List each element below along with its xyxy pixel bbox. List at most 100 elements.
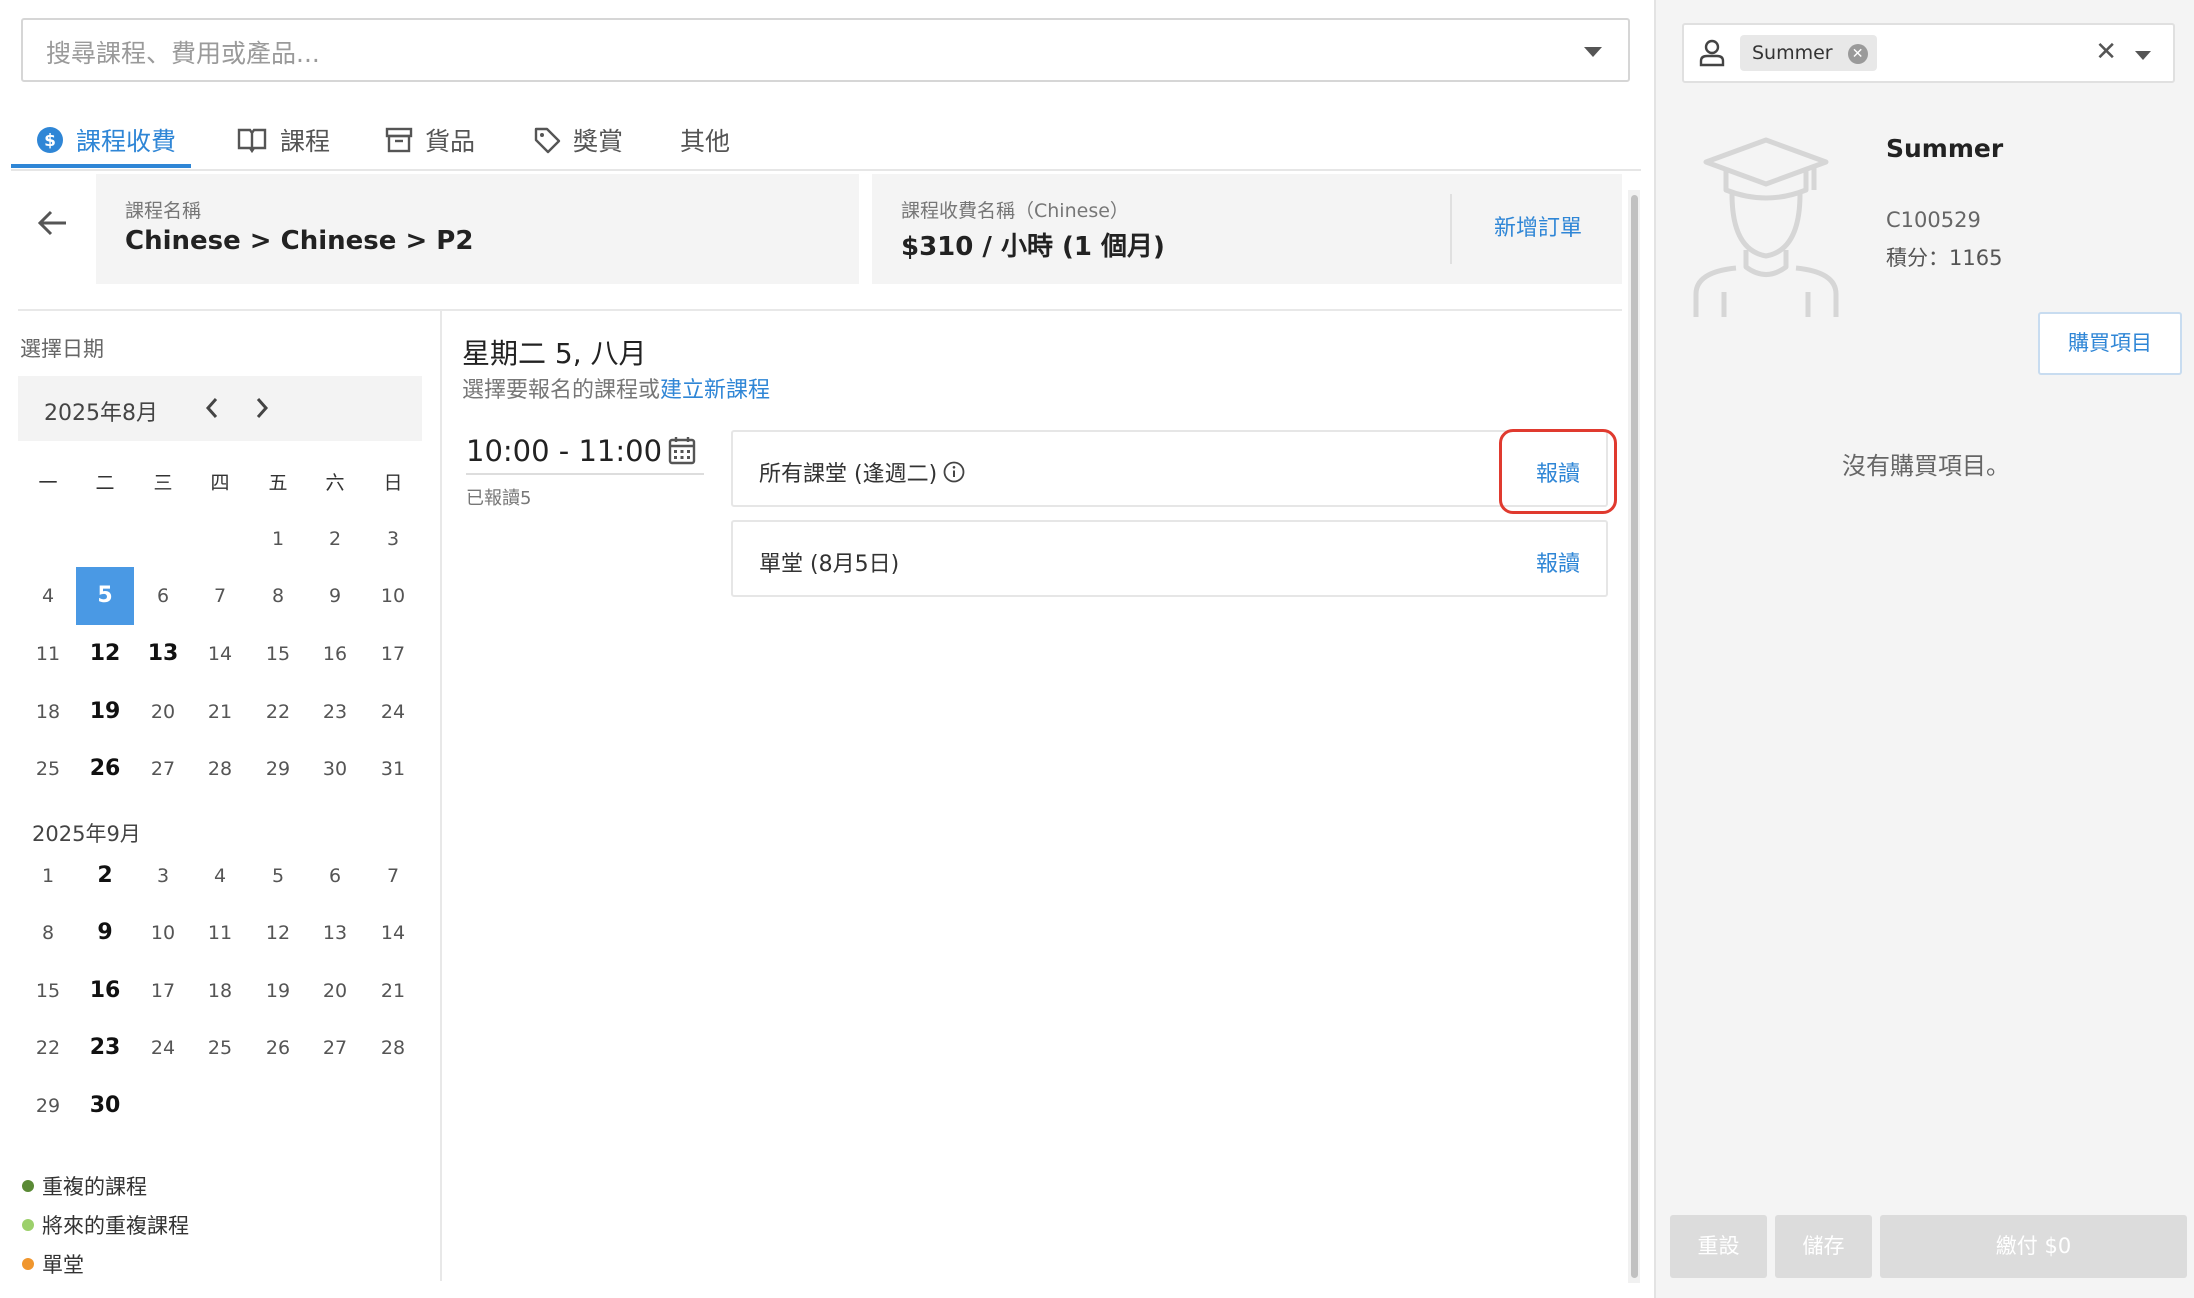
calendar-day[interactable]: 30 (76, 1077, 134, 1135)
calendar-day[interactable]: 17 (134, 962, 192, 1020)
calendar-day[interactable]: 15 (249, 625, 307, 683)
schedule-subtitle: 選擇要報名的課程或建立新課程 (462, 372, 770, 404)
calendar-day[interactable]: 15 (19, 962, 77, 1020)
calendar-day[interactable]: 21 (364, 962, 422, 1020)
chevron-down-icon[interactable] (1584, 47, 1602, 57)
calendar-day[interactable]: 14 (364, 904, 422, 962)
legend-label: 重複的課程 (42, 1175, 147, 1199)
chevron-left-icon[interactable] (204, 396, 220, 420)
calendar-day[interactable]: 1 (19, 847, 77, 905)
calendar-day[interactable]: 31 (364, 740, 422, 798)
chevron-down-icon[interactable] (2135, 51, 2151, 60)
calendar-day[interactable]: 25 (191, 1019, 249, 1077)
calendar-day[interactable]: 18 (191, 962, 249, 1020)
calendar-day[interactable]: 24 (364, 683, 422, 741)
calendar-day[interactable]: 6 (306, 847, 364, 905)
calendar-day[interactable]: 29 (249, 740, 307, 798)
calendar-day[interactable]: 8 (249, 567, 307, 625)
calendar-day[interactable]: 25 (19, 740, 77, 798)
enroll-option-all-classes: 所有課堂 (逢週二) 報讀 (731, 430, 1608, 507)
calendar-icon[interactable] (668, 435, 696, 465)
calendar-day[interactable]: 20 (134, 683, 192, 741)
calendar-day[interactable]: 28 (364, 1019, 422, 1077)
calendar-day[interactable]: 7 (364, 847, 422, 905)
calendar-day[interactable]: 23 (76, 1019, 134, 1077)
calendar-day[interactable]: 27 (306, 1019, 364, 1077)
calendar-day[interactable]: 4 (19, 567, 77, 625)
fee-name-label: 課程收費名稱（Chinese） (901, 200, 1129, 222)
calendar-day[interactable]: 9 (306, 567, 364, 625)
calendar-day[interactable]: 20 (306, 962, 364, 1020)
tab-course-fee[interactable]: $ 課程收費 (36, 112, 176, 168)
weekday-label: 六 (325, 472, 345, 494)
calendar-title: 選擇日期 (20, 337, 104, 361)
save-button[interactable]: 儲存 (1775, 1215, 1872, 1278)
calendar-day[interactable]: 17 (364, 625, 422, 683)
calendar-day[interactable]: 30 (306, 740, 364, 798)
calendar-day[interactable]: 16 (306, 625, 364, 683)
new-order-button[interactable]: 新增訂單 (1494, 210, 1582, 242)
info-icon[interactable] (943, 461, 965, 483)
customer-select[interactable]: Summer ✕ ✕ (1682, 23, 2175, 83)
calendar-day[interactable]: 11 (19, 625, 77, 683)
calendar-day[interactable]: 19 (249, 962, 307, 1020)
dollar-icon: $ (37, 127, 63, 153)
calendar-day[interactable]: 23 (306, 683, 364, 741)
calendar-day[interactable]: 27 (134, 740, 192, 798)
calendar-day[interactable]: 2 (306, 510, 364, 568)
calendar-day[interactable]: 9 (76, 904, 134, 962)
remove-chip-icon[interactable]: ✕ (1847, 44, 1868, 64)
calendar-day[interactable]: 26 (249, 1019, 307, 1077)
calendar-day[interactable]: 13 (134, 625, 192, 683)
enroll-button[interactable]: 報讀 (1536, 546, 1580, 578)
calendar-day[interactable]: 4 (191, 847, 249, 905)
customer-name: Summer (1886, 134, 2004, 163)
chevron-right-icon[interactable] (254, 396, 270, 420)
scrollbar-thumb[interactable] (1631, 195, 1638, 1278)
tab-course[interactable]: 課程 (236, 112, 330, 168)
calendar-day[interactable]: 7 (191, 567, 249, 625)
calendar-day[interactable]: 11 (191, 904, 249, 962)
calendar-day[interactable]: 3 (364, 510, 422, 568)
calendar-day[interactable]: 26 (76, 740, 134, 798)
tab-divider (11, 169, 1641, 171)
calendar-day[interactable]: 14 (191, 625, 249, 683)
calendar-day[interactable]: 29 (19, 1077, 77, 1135)
calendar-day[interactable]: 28 (191, 740, 249, 798)
buy-items-button[interactable]: 購買項目 (2038, 312, 2182, 375)
weekday-label: 一 (38, 472, 58, 494)
calendar-day[interactable]: 22 (19, 1019, 77, 1077)
empty-cart-text: 沒有購買項目。 (1842, 452, 2010, 480)
pay-button[interactable]: 繳付 $0 (1880, 1215, 2187, 1278)
calendar-day[interactable]: 18 (19, 683, 77, 741)
search-input[interactable]: 搜尋課程、費用或產品... (21, 18, 1630, 82)
calendar-month-label: 2025年8月 (44, 401, 158, 426)
reset-button[interactable]: 重設 (1670, 1215, 1767, 1278)
calendar-day[interactable]: 8 (19, 904, 77, 962)
create-course-link[interactable]: 建立新課程 (660, 378, 770, 403)
calendar-day[interactable]: 22 (249, 683, 307, 741)
tab-rewards[interactable]: 獎賞 (533, 112, 623, 168)
clear-icon[interactable]: ✕ (2095, 37, 2117, 67)
tab-goods[interactable]: 貨品 (385, 112, 475, 168)
calendar-day[interactable]: 19 (76, 683, 134, 741)
calendar-day[interactable]: 13 (306, 904, 364, 962)
calendar-day[interactable]: 6 (134, 567, 192, 625)
calendar-day[interactable]: 12 (249, 904, 307, 962)
calendar-day[interactable]: 2 (76, 847, 134, 905)
calendar-day[interactable]: 12 (76, 625, 134, 683)
tab-label: 其他 (680, 127, 731, 156)
calendar-day[interactable]: 10 (364, 567, 422, 625)
tab-other[interactable]: 其他 (680, 112, 730, 168)
calendar-day[interactable]: 1 (249, 510, 307, 568)
calendar-day[interactable]: 21 (191, 683, 249, 741)
calendar-day[interactable]: 10 (134, 904, 192, 962)
calendar-day[interactable]: 5 (76, 567, 134, 625)
calendar-day[interactable]: 3 (134, 847, 192, 905)
calendar-day[interactable]: 24 (134, 1019, 192, 1077)
weekday-label: 五 (268, 472, 288, 494)
calendar-day[interactable]: 5 (249, 847, 307, 905)
calendar-day[interactable]: 16 (76, 962, 134, 1020)
customer-chip[interactable]: Summer ✕ (1740, 35, 1877, 71)
back-arrow-icon[interactable] (36, 206, 70, 240)
